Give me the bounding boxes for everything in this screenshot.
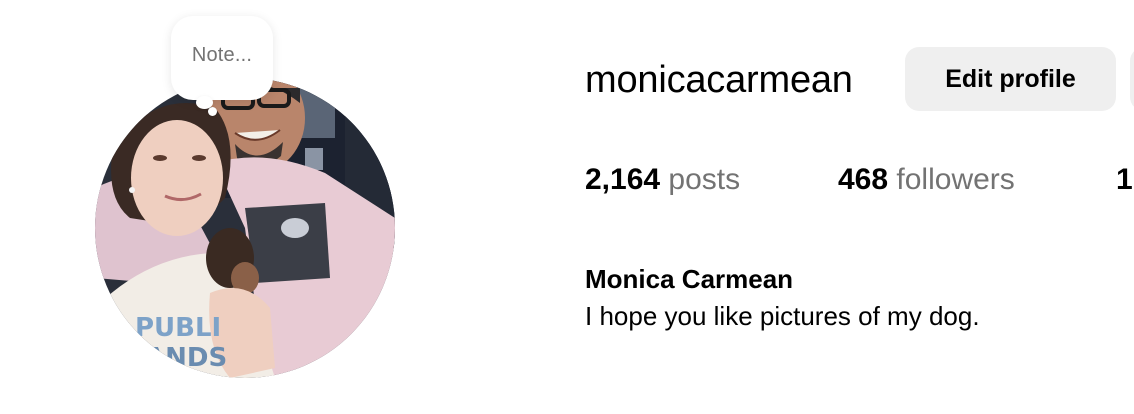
profile-avatar-container: PUBLI ANDS: [95, 78, 395, 378]
posts-label: posts: [668, 163, 741, 196]
following-number: 1: [1116, 163, 1133, 196]
posts-count: 2,164 posts: [585, 160, 740, 200]
svg-text:PUBLI: PUBLI: [135, 313, 221, 343]
view-archive-button[interactable]: [1130, 47, 1134, 111]
svg-text:ANDS: ANDS: [145, 343, 227, 373]
posts-number: 2,164: [585, 163, 661, 196]
note-placeholder: Note...: [191, 43, 253, 66]
profile-photo: PUBLI ANDS: [95, 78, 395, 378]
followers-label: followers: [896, 163, 1015, 196]
followers-link[interactable]: 468 followers: [838, 160, 1015, 200]
profile-avatar[interactable]: PUBLI ANDS: [95, 78, 395, 378]
note-bubble-tail-small: [208, 107, 217, 116]
following-link[interactable]: 1: [1116, 160, 1133, 200]
username: monicacarmean: [585, 59, 853, 101]
bio-text: I hope you like pictures of my dog.: [585, 301, 980, 331]
note-bubble[interactable]: Note...: [171, 16, 273, 100]
followers-number: 468: [838, 163, 889, 196]
edit-profile-button[interactable]: Edit profile: [905, 47, 1116, 111]
full-name: Monica Carmean: [585, 264, 794, 294]
